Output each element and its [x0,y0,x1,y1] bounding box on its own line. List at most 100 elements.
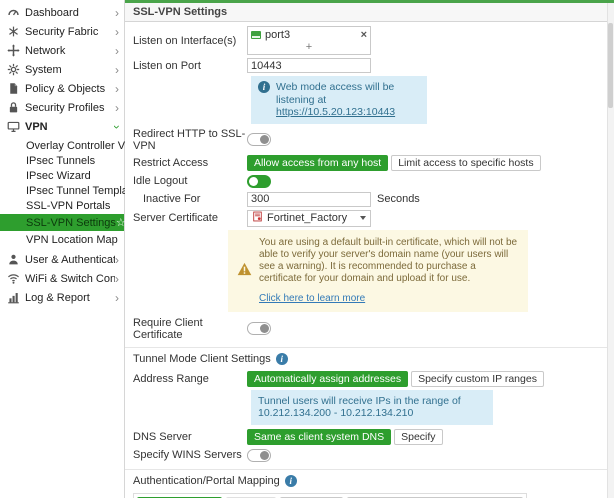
sidebar-item-system[interactable]: System › [0,60,124,79]
require-client-cert-row: Require Client Certificate [133,317,594,341]
wifi-icon [6,272,21,285]
sidebar-item-label: Security Fabric [25,26,115,38]
sidebar-item-label: Policy & Objects [25,83,115,95]
sidebar-item-ipsec-tunnels[interactable]: IPsec Tunnels [0,153,124,168]
field-label: Require Client Certificate [133,317,247,341]
chevron-right-icon: › [115,83,119,95]
sidebar-item-label: Security Profiles [25,102,115,114]
fortigate-app: Dashboard › Security Fabric › Network › … [0,0,614,498]
restrict-access-row: Restrict Access Allow access from any ho… [133,155,594,171]
restrict-access-segment: Allow access from any host Limit access … [247,155,541,171]
sidebar-item-dashboard[interactable]: Dashboard › [0,3,124,22]
section-title: Tunnel Mode Client Settings [133,353,271,365]
chevron-right-icon: › [115,7,119,19]
field-label: Inactive For [143,193,247,205]
auth-section-header: Authentication/Portal Mapping i [133,475,594,487]
redirect-http-toggle[interactable] [247,133,271,146]
specify-dns-button[interactable]: Specify [394,429,442,445]
network-icon [6,44,21,57]
same-as-client-dns-button[interactable]: Same as client system DNS [247,429,391,445]
interface-entry[interactable]: port3 × [248,27,370,42]
sidebar-item-label: Dashboard [25,7,115,19]
interface-name: port3 [265,29,290,41]
sidebar-item-network[interactable]: Network › [0,41,124,60]
sidebar-item-ipsec-tunnel-template[interactable]: IPsec Tunnel Template [0,183,124,198]
caret-down-icon [360,216,366,220]
sidebar-item-security-fabric[interactable]: Security Fabric › [0,22,124,41]
limit-hosts-button[interactable]: Limit access to specific hosts [391,155,540,171]
field-label: DNS Server [133,431,247,443]
sidebar-nav: Dashboard › Security Fabric › Network › … [0,0,125,498]
wins-servers-row: Specify WINS Servers [133,448,594,463]
certificate-icon [252,211,263,225]
chart-icon [6,291,21,304]
idle-logout-toggle[interactable] [247,175,271,188]
section-divider [125,469,614,470]
address-range-segment: Automatically assign addresses Specify c… [247,371,544,387]
sidebar-item-ssl-vpn-portals[interactable]: SSL-VPN Portals [0,198,124,213]
sidebar-item-label: System [25,64,115,76]
sidebar-item-overlay-controller-vpn[interactable]: Overlay Controller VPN [0,138,124,153]
sidebar-item-log-report[interactable]: Log & Report › [0,288,124,307]
user-icon [6,253,21,266]
auto-assign-button[interactable]: Automatically assign addresses [247,371,408,387]
page-tab-bar: SSL-VPN Settings [125,3,614,22]
learn-more-link[interactable]: Click here to learn more [259,293,519,305]
listen-port-input[interactable] [247,58,371,73]
chevron-right-icon: › [115,102,119,114]
add-interface-button[interactable]: + [248,42,370,54]
sidebar-item-vpn[interactable]: VPN › [0,117,124,136]
close-icon[interactable]: × [361,29,367,41]
sidebar-item-ipsec-wizard[interactable]: IPsec Wizard [0,168,124,183]
fabric-icon [6,25,21,38]
address-range-row: Address Range Automatically assign addre… [133,371,594,387]
dns-server-segment: Same as client system DNS Specify [247,429,443,445]
field-label: Idle Logout [133,175,247,187]
sidebar-item-label: Log & Report [25,292,115,304]
custom-ranges-button[interactable]: Specify custom IP ranges [411,371,544,387]
field-label: Redirect HTTP to SSL-VPN [133,128,247,152]
notice-text: Web mode access will be listening at [276,81,394,106]
certificate-warning: You are using a default built-in certifi… [228,230,528,312]
info-icon: i [258,81,270,93]
sidebar-item-policy-objects[interactable]: Policy & Objects › [0,79,124,98]
gauge-icon [6,6,21,19]
chevron-right-icon: › [115,64,119,76]
require-client-cert-toggle[interactable] [247,322,271,335]
sidebar-item-label: VPN [25,121,115,133]
listen-interfaces-row: Listen on Interface(s) port3 × + [133,26,594,55]
warning-text: You are using a default built-in certifi… [259,237,517,284]
scrollbar[interactable] [607,3,614,498]
gear-icon [6,63,21,76]
sidebar-item-vpn-location-map[interactable]: VPN Location Map [0,232,124,247]
certificate-name: Fortinet_Factory [267,212,347,224]
sidebar-item-user-authentication[interactable]: User & Authentication › [0,250,124,269]
portal-mapping-toolbar: + Create New Edit Delete Send SSL-VPN Co… [133,493,527,498]
field-label: Restrict Access [133,157,247,169]
inactive-for-row: Inactive For Seconds [133,192,594,207]
scrollbar-thumb[interactable] [608,23,613,108]
web-access-link[interactable]: https://10.5.20.123:10443 [276,106,395,118]
info-icon[interactable]: i [285,475,297,487]
redirect-http-row: Redirect HTTP to SSL-VPN [133,128,594,152]
monitor-icon [6,120,21,133]
allow-any-host-button[interactable]: Allow access from any host [247,155,388,171]
server-certificate-row: Server Certificate Fortinet_Factory [133,210,594,227]
chevron-right-icon: › [115,273,119,285]
server-certificate-select[interactable]: Fortinet_Factory [247,210,371,227]
chevron-right-icon: › [115,26,119,38]
sidebar-item-wifi-switch-controller[interactable]: WiFi & Switch Controller › [0,269,124,288]
warning-icon [237,262,252,280]
interface-icon [251,31,261,39]
interface-list-box[interactable]: port3 × + [247,26,371,55]
section-title: Authentication/Portal Mapping [133,475,280,487]
sidebar-item-ssl-vpn-settings[interactable]: SSL-VPN Settings ☆ [0,214,124,231]
info-icon[interactable]: i [276,353,288,365]
wins-servers-toggle[interactable] [247,449,271,462]
chevron-right-icon: › [115,292,119,304]
inactive-for-input[interactable] [247,192,371,207]
chevron-down-icon: › [111,125,123,129]
field-label: Address Range [133,373,247,385]
section-divider [125,347,614,348]
sidebar-item-security-profiles[interactable]: Security Profiles › [0,98,124,117]
